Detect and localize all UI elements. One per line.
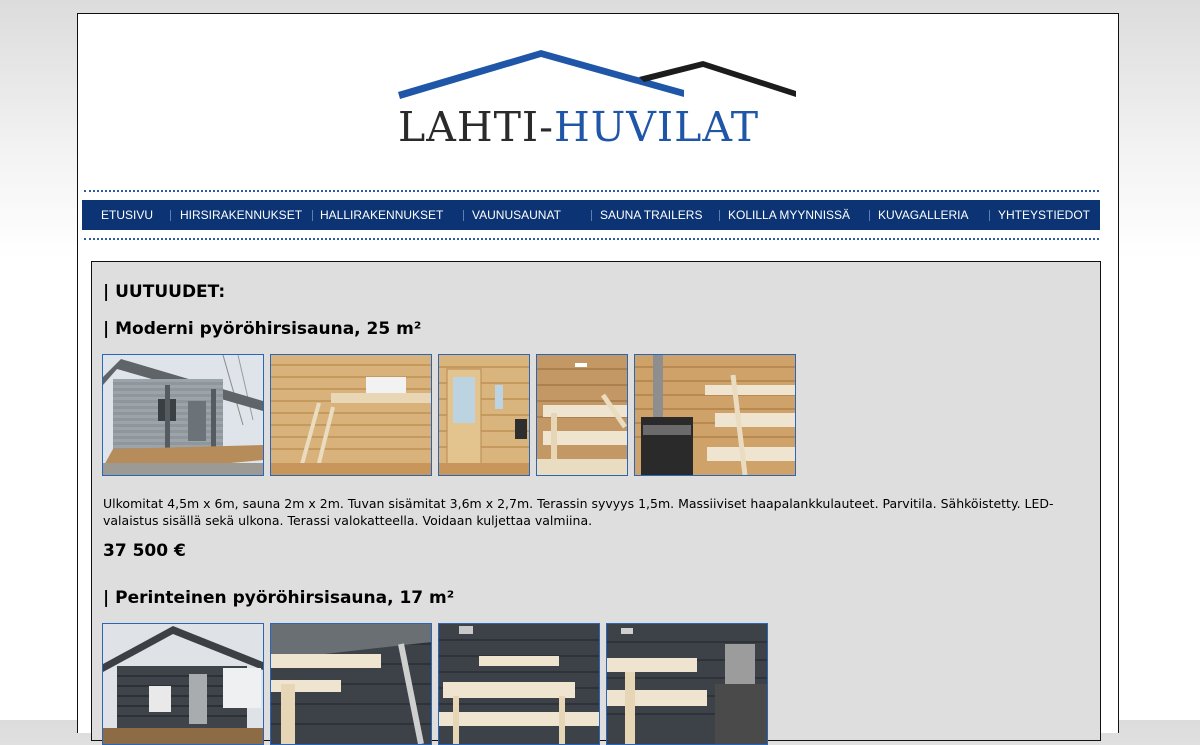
product-photo-exterior[interactable] [102,623,264,745]
nav-separator [312,210,313,221]
main-nav: ETUSIVU HIRSIRAKENNUKSET HALLIRAKENNUKSE… [82,200,1100,230]
nav-separator [869,210,870,221]
product-photo-stove[interactable] [606,623,768,745]
logo-text: LAHTI-HUVILAT [398,103,808,151]
news-panel: | UUTUUDET: | Moderni pyöröhirsisauna, 2… [91,261,1101,745]
product-description: Ulkomitat 4,5m x 6m, sauna 2m x 2m. Tuva… [103,496,1054,528]
divider-top [84,190,1099,192]
divider-bottom [84,238,1099,240]
product-photo-stove[interactable] [634,354,796,476]
nav-separator [591,210,592,221]
nav-item-hallirakennukset[interactable]: HALLIRAKENNUKSET [320,200,443,230]
nav-separator [719,210,720,221]
product-photo-loft[interactable] [270,354,432,476]
product-title: | Perinteinen pyöröhirsisauna, 17 m² [103,588,455,608]
roof-logo-graphic [398,50,796,99]
product-title: | Moderni pyöröhirsisauna, 25 m² [103,319,422,339]
nav-item-etusivu[interactable]: ETUSIVU [101,200,153,230]
product-photo-exterior[interactable] [102,354,264,476]
nav-item-hirsirakennukset[interactable]: HIRSIRAKENNUKSET [180,200,302,230]
nav-item-kolilla-myynnissa[interactable]: KOLILLA MYYNNISSÄ [728,200,850,230]
section-title: | UUTUUDET: [103,282,226,302]
nav-item-sauna-trailers[interactable]: SAUNA TRAILERS [600,200,702,230]
page-container: LAHTI-HUVILAT ETUSIVU HIRSIRAKENNUKSET H… [77,13,1119,745]
product-photo-sauna-benches[interactable] [438,623,600,745]
logo-text-huvilat: HUVILAT [554,103,760,151]
product-price: 37 500 € [103,541,186,561]
nav-item-kuvagalleria[interactable]: KUVAGALLERIA [878,200,968,230]
nav-item-vaunusaunat[interactable]: VAUNUSAUNAT [472,200,561,230]
nav-separator [989,210,990,221]
product-photo-sauna-benches[interactable] [536,354,628,476]
nav-separator [170,210,171,221]
product-photo-porch[interactable] [270,623,432,745]
logo-text-lahti: LAHTI- [398,103,554,151]
nav-separator [463,210,464,221]
product-photo-door[interactable] [438,354,530,476]
logo[interactable]: LAHTI-HUVILAT [78,14,1118,189]
nav-item-yhteystiedot[interactable]: YHTEYSTIEDOT [998,200,1090,230]
